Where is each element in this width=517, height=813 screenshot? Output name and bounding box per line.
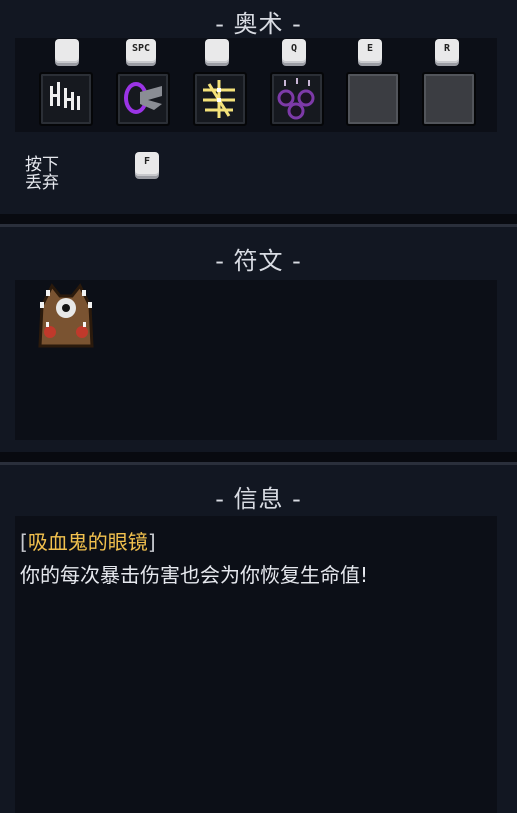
discard-hint-line2: 丢弃 — [25, 173, 59, 193]
discard-hint: 按下 丢弃 — [25, 156, 59, 192]
divider-1-edge — [0, 224, 517, 227]
arcana-slot-2[interactable] — [116, 72, 170, 126]
arcana-slot-3[interactable] — [193, 72, 247, 126]
divider-2 — [0, 452, 517, 462]
bracket-close: ] — [147, 530, 156, 554]
shadow-dash-icon — [124, 82, 162, 114]
info-title: - 信息 - — [215, 485, 302, 513]
arcana-key-5: E — [358, 39, 382, 63]
claw-slash-icon — [50, 82, 80, 110]
item-name: 吸血鬼的眼镜 — [27, 530, 148, 554]
lightning-cross-icon — [203, 80, 235, 118]
divider-1 — [0, 214, 517, 224]
arcana-title: - 奥术 - — [215, 10, 302, 38]
discard-key: F — [135, 152, 159, 176]
relic-item-1[interactable] — [36, 282, 96, 354]
arcana-slot-1[interactable] — [39, 72, 93, 126]
arcana-slot-5[interactable] — [346, 72, 400, 126]
arcana-slot-6[interactable] — [422, 72, 476, 126]
discard-hint-line1: 按下 — [25, 155, 59, 175]
item-description: 你的每次暴击伤害也会为你恢复生命值! — [20, 563, 369, 587]
arcana-key-4: Q — [282, 39, 306, 63]
bracket-open: [ — [20, 530, 28, 554]
vampire-glasses-icon — [38, 283, 94, 348]
arcana-key-6: R — [435, 39, 459, 63]
relics-title: - 符文 - — [215, 247, 302, 275]
arcana-key-3 — [205, 39, 229, 63]
item-name-line: [吸血鬼的眼镜] — [20, 526, 156, 555]
dark-orbs-icon — [277, 78, 315, 120]
arcana-key-2: SPC — [126, 39, 156, 63]
divider-2-edge — [0, 462, 517, 465]
arcana-slot-4[interactable] — [270, 72, 324, 126]
arcana-key-1 — [55, 39, 79, 63]
